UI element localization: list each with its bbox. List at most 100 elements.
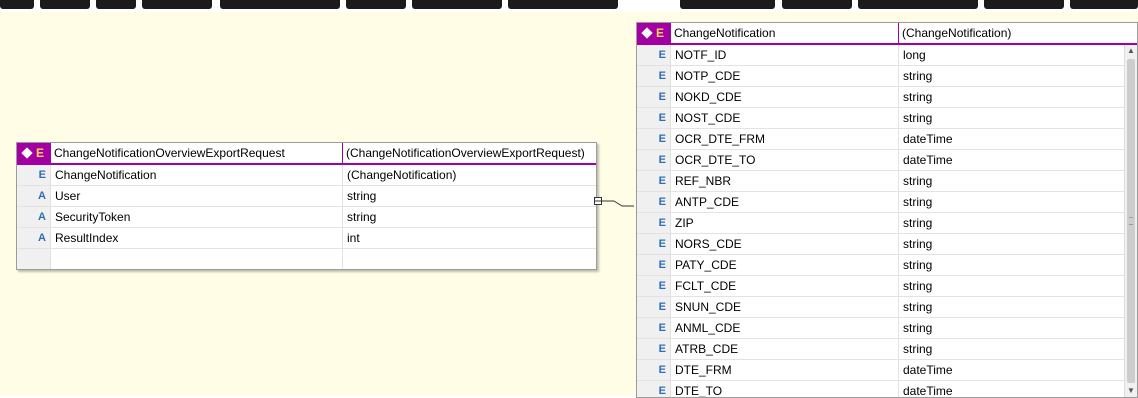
element-icon: E: [637, 66, 671, 86]
attribute-icon: A: [17, 228, 51, 248]
diamond-icon: [641, 27, 653, 39]
scrollbar-grip-icon: [1129, 217, 1133, 225]
row-type: string: [903, 111, 933, 125]
element-icon: E: [637, 318, 671, 338]
entity-change-notification-overview-export-request[interactable]: E ChangeNotificationOverviewExportReques…: [16, 142, 597, 270]
entity-row[interactable]: E DTE_FRM dateTime: [637, 360, 1137, 381]
element-icon: E: [637, 150, 671, 170]
row-name: ATRB_CDE: [671, 339, 899, 359]
entity-row[interactable]: E PATY_CDE string: [637, 255, 1137, 276]
entity-row[interactable]: E NOST_CDE string: [637, 108, 1137, 129]
empty-gutter: [17, 249, 51, 269]
row-type: string: [903, 174, 933, 188]
entity-row[interactable]: E ZIP string: [637, 213, 1137, 234]
row-name: SecurityToken: [51, 207, 343, 227]
entity-change-notification[interactable]: E ChangeNotification (ChangeNotification…: [636, 22, 1138, 398]
entity-row[interactable]: E SNUN_CDE string: [637, 297, 1137, 318]
entity-row[interactable]: E NOTP_CDE string: [637, 66, 1137, 87]
entity-row[interactable]: E NOKD_CDE string: [637, 87, 1137, 108]
entity-row[interactable]: E ANTP_CDE string: [637, 192, 1137, 213]
row-type: string: [347, 210, 377, 224]
row-type: dateTime: [903, 132, 953, 146]
row-name: OCR_DTE_TO: [671, 150, 899, 170]
entity-row[interactable]: E FCLT_CDE string: [637, 276, 1137, 297]
element-icon: E: [36, 146, 45, 160]
entity-row[interactable]: E NOTF_ID long: [637, 45, 1137, 66]
entity-row[interactable]: E NORS_CDE string: [637, 234, 1137, 255]
element-icon: E: [637, 360, 671, 380]
diamond-icon: [21, 147, 33, 159]
element-icon: E: [637, 234, 671, 254]
row-type: dateTime: [903, 153, 953, 167]
element-icon: E: [637, 381, 671, 397]
row-name: SNUN_CDE: [671, 297, 899, 317]
element-icon: E: [637, 276, 671, 296]
entity-rows: E ChangeNotification (ChangeNotification) A…: [17, 165, 596, 269]
entity-row[interactable]: E ChangeNotification (ChangeNotification): [17, 165, 596, 186]
row-type: dateTime: [903, 384, 953, 398]
row-name: ANTP_CDE: [671, 192, 899, 212]
scrollbar-thumb[interactable]: [1127, 59, 1135, 383]
entity-row[interactable]: E OCR_DTE_TO dateTime: [637, 150, 1137, 171]
clipped-title-strip: [0, 0, 1138, 12]
row-type: string: [903, 90, 933, 104]
entity-name: ChangeNotification: [671, 23, 899, 43]
entity-header-icons: E: [17, 143, 51, 163]
entity-header-icons: E: [637, 23, 671, 43]
entity-name: ChangeNotificationOverviewExportRequest: [51, 143, 343, 163]
row-name: NOTF_ID: [671, 45, 899, 65]
row-name: DTE_FRM: [671, 360, 899, 380]
entity-row[interactable]: E ANML_CDE string: [637, 318, 1137, 339]
row-name: ChangeNotification: [51, 165, 343, 185]
entity-row[interactable]: E REF_NBR string: [637, 171, 1137, 192]
element-icon: E: [637, 192, 671, 212]
element-icon: E: [637, 297, 671, 317]
row-type: string: [903, 237, 933, 251]
row-type: string: [903, 69, 933, 83]
entity-row[interactable]: [17, 249, 596, 269]
row-name: [51, 249, 343, 269]
element-icon: E: [637, 129, 671, 149]
entity-row[interactable]: E OCR_DTE_FRM dateTime: [637, 129, 1137, 150]
row-type: string: [903, 195, 933, 209]
element-icon: E: [656, 26, 665, 40]
entity-header[interactable]: E ChangeNotificationOverviewExportReques…: [17, 143, 596, 165]
row-name: REF_NBR: [671, 171, 899, 191]
scroll-down-arrow-icon[interactable]: ▼: [1125, 385, 1137, 397]
row-type: string: [903, 342, 933, 356]
vertical-scrollbar[interactable]: ▲ ▼: [1124, 45, 1137, 397]
row-name: PATY_CDE: [671, 255, 899, 275]
row-name: FCLT_CDE: [671, 276, 899, 296]
row-type: [343, 249, 596, 269]
element-icon: E: [637, 171, 671, 191]
element-icon: E: [637, 339, 671, 359]
entity-row[interactable]: E DTE_TO dateTime: [637, 381, 1137, 398]
element-icon: E: [17, 165, 51, 185]
row-name: NORS_CDE: [671, 234, 899, 254]
entity-row[interactable]: A ResultIndex int: [17, 228, 596, 249]
attribute-icon: A: [17, 186, 51, 206]
row-name: User: [51, 186, 343, 206]
entity-row[interactable]: E ATRB_CDE string: [637, 339, 1137, 360]
element-icon: E: [637, 45, 671, 65]
row-type: string: [903, 258, 933, 272]
entity-rows: E NOTF_ID long E NOTP_CDE string E NOKD_CDE stri…: [637, 45, 1137, 398]
row-name: NOTP_CDE: [671, 66, 899, 86]
row-type: int: [347, 231, 360, 245]
entity-header[interactable]: E ChangeNotification (ChangeNotification…: [637, 23, 1137, 45]
scroll-up-arrow-icon[interactable]: ▲: [1125, 45, 1137, 57]
row-type: dateTime: [903, 363, 953, 377]
entity-row[interactable]: A User string: [17, 186, 596, 207]
row-name: OCR_DTE_FRM: [671, 129, 899, 149]
row-name: ANML_CDE: [671, 318, 899, 338]
element-icon: E: [637, 255, 671, 275]
row-type: string: [903, 300, 933, 314]
entity-type: (ChangeNotification): [902, 26, 1012, 40]
row-type: long: [903, 48, 926, 62]
entity-row[interactable]: A SecurityToken string: [17, 207, 596, 228]
attribute-icon: A: [17, 207, 51, 227]
row-name: NOKD_CDE: [671, 87, 899, 107]
row-type: string: [347, 189, 377, 203]
relationship-connector-icon: [594, 197, 634, 207]
row-name: NOST_CDE: [671, 108, 899, 128]
